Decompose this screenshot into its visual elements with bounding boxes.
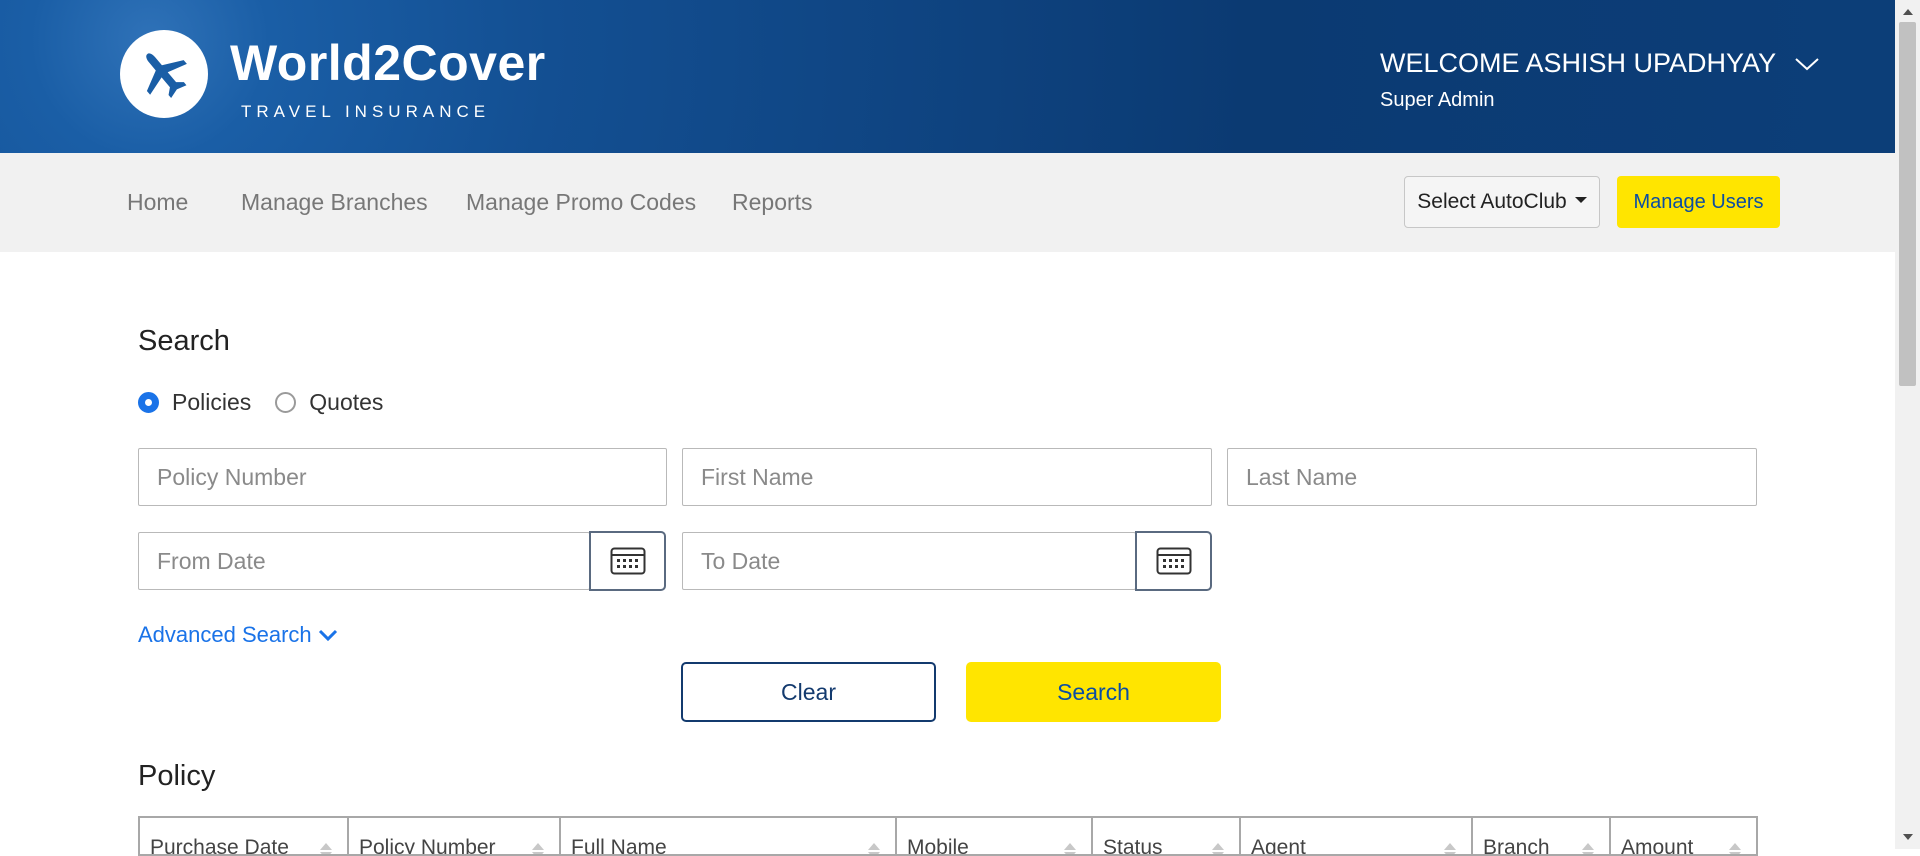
column-header-label: Policy Number: [359, 836, 496, 854]
brand-tagline: TRAVEL INSURANCE: [241, 102, 491, 121]
calendar-icon: [1156, 547, 1191, 575]
nav-item-reports[interactable]: Reports: [732, 189, 813, 216]
policy-title: Policy: [138, 760, 216, 792]
advanced-search-toggle[interactable]: Advanced Search: [138, 622, 338, 648]
radio-policies-label[interactable]: Policies: [172, 389, 251, 416]
sort-icon: [1212, 843, 1224, 854]
main-nav: Home Manage Branches Manage Promo Codes …: [0, 153, 1895, 252]
scroll-up-arrow-icon[interactable]: [1895, 2, 1920, 22]
first-name-input[interactable]: [682, 448, 1212, 506]
radio-policies[interactable]: [138, 392, 159, 413]
column-header-label: Agent: [1251, 836, 1306, 854]
search-type-radio-group: Policies Quotes: [138, 389, 383, 416]
to-date-calendar-button[interactable]: [1135, 531, 1212, 591]
caret-down-icon: [1574, 197, 1587, 203]
user-welcome[interactable]: WELCOME ASHISH UPADHYAY: [1380, 48, 1820, 79]
page-scrollbar[interactable]: [1895, 0, 1920, 849]
manage-users-button[interactable]: Manage Users: [1617, 176, 1780, 228]
select-autoclub-dropdown[interactable]: Select AutoClub: [1404, 176, 1600, 228]
to-date-input[interactable]: [682, 532, 1136, 590]
radio-quotes-label[interactable]: Quotes: [309, 389, 383, 416]
nav-item-home[interactable]: Home: [127, 189, 188, 216]
sort-icon: [1064, 843, 1076, 854]
sort-icon: [1582, 843, 1594, 854]
search-button[interactable]: Search: [966, 662, 1221, 722]
sort-icon: [1444, 843, 1456, 854]
policy-number-input[interactable]: [138, 448, 667, 506]
column-header-label: Status: [1103, 836, 1163, 854]
nav-item-manage-branches[interactable]: Manage Branches: [241, 189, 428, 216]
from-date-calendar-button[interactable]: [589, 531, 666, 591]
from-date-input[interactable]: [138, 532, 590, 590]
user-role: Super Admin: [1380, 89, 1495, 111]
user-welcome-text: WELCOME ASHISH UPADHYAY: [1380, 48, 1777, 78]
nav-item-manage-promo-codes[interactable]: Manage Promo Codes: [466, 189, 696, 216]
sort-icon: [320, 843, 332, 854]
last-name-input[interactable]: [1227, 448, 1757, 506]
scrollbar-thumb[interactable]: [1899, 22, 1916, 386]
chevron-down-icon: [318, 622, 338, 648]
sort-icon: [532, 843, 544, 854]
radio-quotes[interactable]: [275, 392, 297, 413]
logo-badge: [120, 30, 208, 118]
user-menu[interactable]: WELCOME ASHISH UPADHYAY Super Admin: [1380, 48, 1820, 112]
search-title: Search: [138, 325, 230, 357]
column-header-label: Mobile: [907, 836, 969, 854]
scroll-down-arrow-icon[interactable]: [1895, 827, 1920, 847]
chevron-down-icon[interactable]: [1794, 48, 1820, 79]
column-header-label: Full Name: [571, 836, 667, 854]
select-autoclub-label: Select AutoClub: [1417, 190, 1567, 213]
app-header: World2Cover TRAVEL INSURANCE WELCOME ASH…: [0, 0, 1895, 153]
column-header-label: Amount: [1621, 836, 1694, 854]
sort-icon: [868, 843, 880, 854]
calendar-icon: [610, 547, 645, 575]
clear-button[interactable]: Clear: [681, 662, 936, 722]
advanced-search-label: Advanced Search: [138, 622, 312, 647]
plane-icon: [146, 53, 187, 99]
brand-name: World2Cover: [230, 35, 546, 91]
sort-icon: [1729, 843, 1741, 854]
column-header-label: Purchase Date: [150, 836, 289, 854]
column-header-label: Branch: [1483, 836, 1550, 854]
policy-table-header: Purchase Date Policy Number Full Name Mo…: [138, 816, 1758, 856]
